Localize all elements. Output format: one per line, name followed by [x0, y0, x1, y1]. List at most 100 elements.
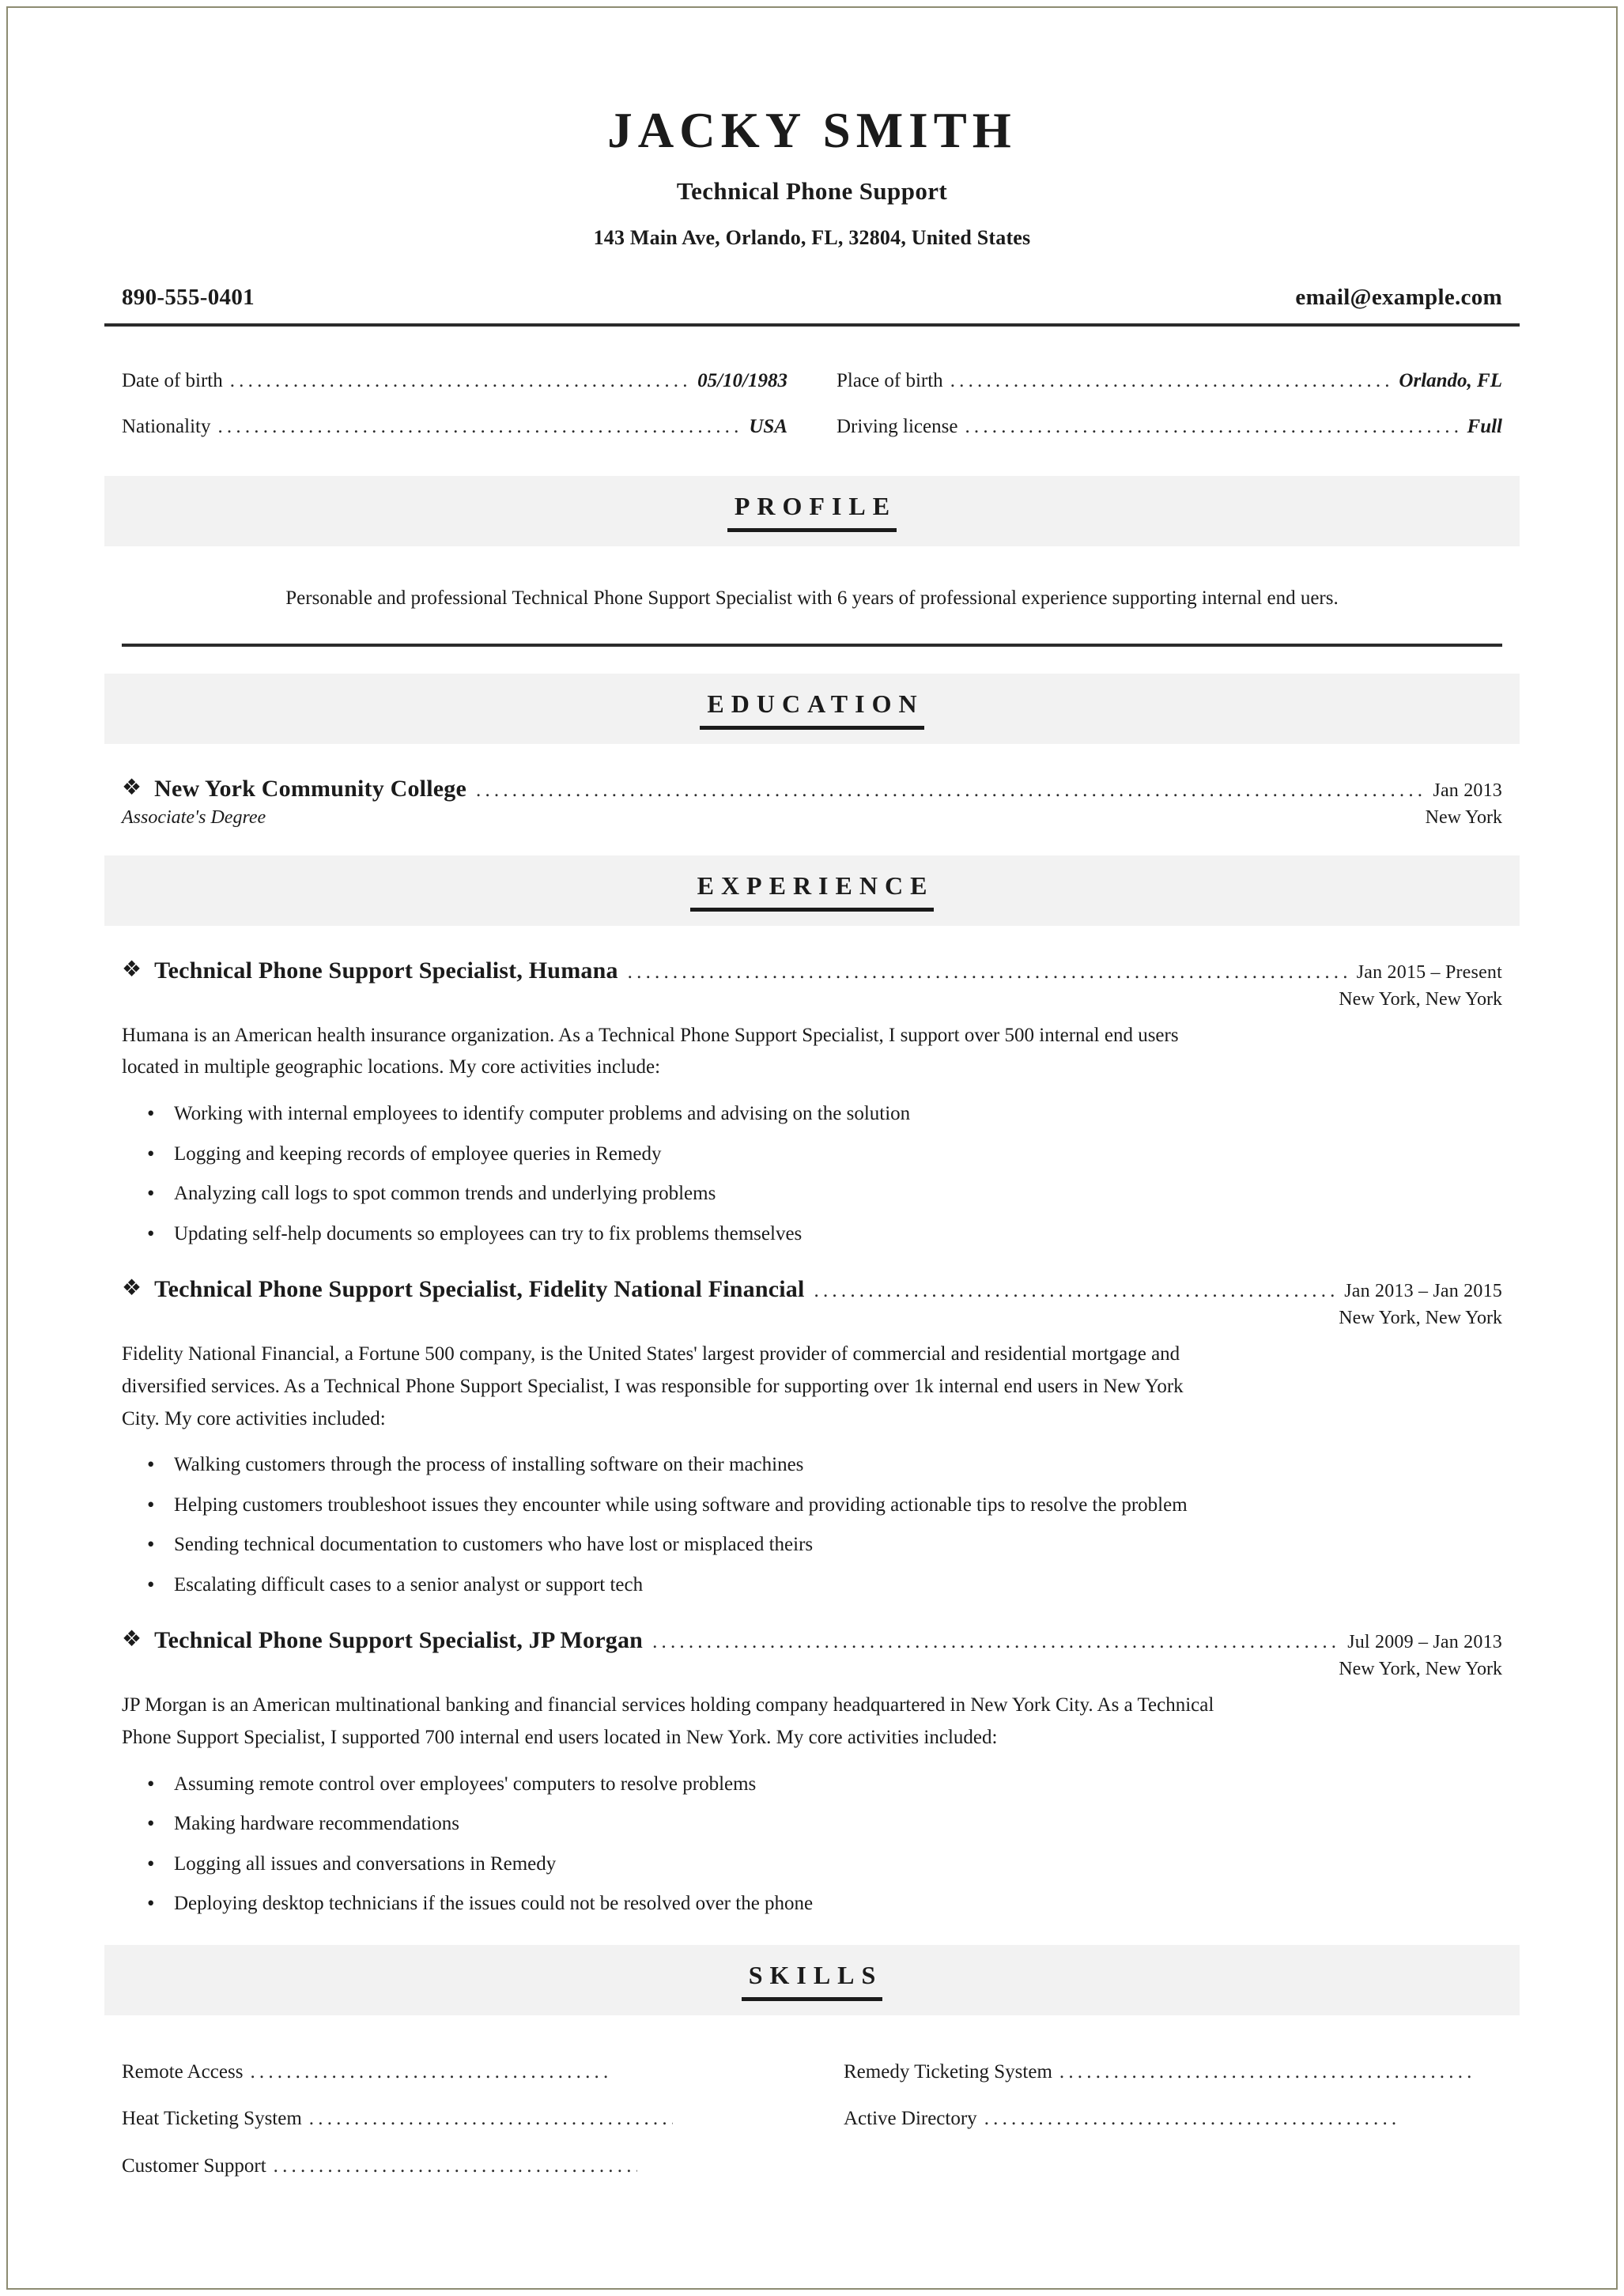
experience-bullet-list: Working with internal employees to ident… [122, 1098, 1502, 1248]
section-title-experience: EXPERIENCE [689, 871, 935, 912]
skill-label: Remote Access [122, 2060, 244, 2083]
skill-item: Heat Ticketing System ..................… [122, 2095, 780, 2143]
education-date: Jan 2013 [1433, 780, 1502, 801]
experience-entry-head: ❖ Technical Phone Support Specialist, JP… [122, 1627, 1502, 1654]
dot-leader: ........................................… [814, 1280, 1337, 1302]
experience-bullet-list: Walking customers through the process of… [122, 1449, 1502, 1599]
detail-value: USA [749, 415, 787, 437]
section-title-skills: SKILLS [741, 1961, 883, 2001]
detail-value: Full [1467, 415, 1502, 437]
skills-column-left: Remote Access ..........................… [122, 2049, 780, 2190]
page-frame: JACKY SMITH Technical Phone Support 143 … [6, 6, 1618, 2290]
skill-label: Remedy Ticketing System [844, 2060, 1052, 2083]
list-item: Escalating difficult cases to a senior a… [147, 1569, 1226, 1599]
list-item: Working with internal employees to ident… [147, 1098, 1226, 1128]
experience-description: Humana is an American health insurance o… [122, 1024, 1179, 1078]
dot-leader: ........................................… [627, 961, 1349, 983]
detail-value: Orlando, FL [1399, 370, 1502, 392]
skill-item: Customer Support .......................… [122, 2143, 780, 2190]
phone-number[interactable]: 890-555-0401 [122, 285, 255, 311]
list-item: Walking customers through the process of… [147, 1449, 1226, 1479]
resume-header: JACKY SMITH Technical Phone Support 143 … [104, 104, 1520, 250]
detail-place-of-birth: Place of birth .........................… [837, 358, 1502, 404]
list-item: Deploying desktop technicians if the iss… [147, 1888, 1226, 1918]
detail-label: Nationality [122, 415, 211, 437]
list-item: Updating self-help documents so employee… [147, 1218, 1226, 1248]
skill-label: Customer Support [122, 2154, 266, 2177]
list-item: Logging all issues and conversations in … [147, 1849, 1226, 1879]
candidate-address: 143 Main Ave, Orlando, FL, 32804, United… [593, 226, 1031, 250]
skill-label: Active Directory [844, 2108, 977, 2130]
section-band-education: EDUCATION [104, 673, 1520, 744]
list-item: Assuming remote control over employees' … [147, 1769, 1226, 1799]
experience-entry-head: ❖ Technical Phone Support Specialist, Fi… [122, 1276, 1502, 1303]
personal-details-grid: Date of birth ..........................… [104, 358, 1520, 449]
skill-label: Heat Ticketing System [122, 2108, 302, 2130]
email-address[interactable]: email@example.com [1295, 285, 1502, 311]
list-item: Helping customers troubleshoot issues th… [147, 1490, 1226, 1520]
diamond-bullet-icon: ❖ [122, 1276, 142, 1301]
dot-leader: ........................................… [984, 2108, 1396, 2130]
experience-entry: ❖ Technical Phone Support Specialist, JP… [104, 1627, 1520, 1918]
education-entry-head: ❖ New York Community College ...........… [122, 776, 1502, 802]
experience-location: New York, New York [1339, 988, 1502, 1010]
dot-leader: ........................................… [308, 2108, 673, 2130]
education-institution: New York Community College [154, 775, 466, 802]
experience-bullet-list: Assuming remote control over employees' … [122, 1769, 1502, 1918]
education-degree: Associate's Degree [122, 806, 266, 828]
detail-value: 05/10/1983 [697, 370, 787, 392]
experience-date: Jan 2013 – Jan 2015 [1344, 1281, 1502, 1302]
dot-leader: ........................................… [217, 415, 743, 437]
diamond-bullet-icon: ❖ [122, 957, 142, 982]
list-item: Analyzing call logs to spot common trend… [147, 1178, 1226, 1208]
detail-label: Place of birth [837, 370, 943, 392]
skills-grid: Remote Access ..........................… [104, 2049, 1520, 2190]
dot-leader: ........................................… [965, 415, 1462, 437]
experience-location: New York, New York [1339, 1659, 1502, 1680]
detail-label: Date of birth [122, 370, 223, 392]
experience-entry-head: ❖ Technical Phone Support Specialist, Hu… [122, 957, 1502, 984]
experience-title: Technical Phone Support Specialist, JP M… [154, 1627, 644, 1654]
skill-item: Active Directory .......................… [844, 2095, 1502, 2143]
experience-title: Technical Phone Support Specialist, Fide… [154, 1276, 805, 1303]
experience-description: JP Morgan is an American multinational b… [122, 1694, 1214, 1749]
diamond-bullet-icon: ❖ [122, 775, 142, 800]
experience-description: Fidelity National Financial, a Fortune 5… [122, 1343, 1184, 1429]
profile-divider [122, 643, 1502, 647]
dot-leader: ........................................… [250, 2060, 614, 2083]
experience-entry-sub: New York, New York [122, 989, 1502, 1010]
experience-date: Jul 2009 – Jan 2013 [1347, 1632, 1502, 1653]
dot-leader: ........................................… [229, 370, 692, 392]
experience-date: Jan 2015 – Present [1356, 961, 1502, 983]
dot-leader: ........................................… [273, 2154, 637, 2177]
list-item: Sending technical documentation to custo… [147, 1529, 1226, 1559]
section-band-profile: PROFILE [104, 476, 1520, 547]
dot-leader: ........................................… [950, 370, 1394, 392]
skill-item: Remedy Ticketing System ................… [844, 2049, 1502, 2096]
detail-driving-license: Driving license ........................… [837, 404, 1502, 450]
dot-leader: ........................................… [652, 1631, 1340, 1653]
education-location: New York [1425, 806, 1502, 828]
experience-entry: ❖ Technical Phone Support Specialist, Hu… [104, 957, 1520, 1248]
skill-item: Remote Access ..........................… [122, 2049, 780, 2096]
list-item: Logging and keeping records of employee … [147, 1139, 1226, 1169]
contact-row: 890-555-0401 email@example.com [104, 285, 1520, 327]
education-entry: ❖ New York Community College ...........… [104, 776, 1520, 829]
section-band-experience: EXPERIENCE [104, 855, 1520, 926]
diamond-bullet-icon: ❖ [122, 1627, 142, 1652]
experience-entry-sub: New York, New York [122, 1308, 1502, 1329]
detail-date-of-birth: Date of birth ..........................… [122, 358, 787, 404]
section-title-education: EDUCATION [700, 689, 924, 730]
resume-page: JACKY SMITH Technical Phone Support 143 … [0, 0, 1624, 2296]
candidate-name: JACKY SMITH [607, 103, 1017, 158]
education-entry-sub: Associate's Degree New York [122, 807, 1502, 829]
skills-column-right: Remedy Ticketing System ................… [844, 2049, 1502, 2190]
experience-title: Technical Phone Support Specialist, Huma… [154, 957, 618, 984]
section-title-profile: PROFILE [727, 492, 897, 533]
list-item: Making hardware recommendations [147, 1808, 1226, 1838]
profile-text: Personable and professional Technical Ph… [285, 587, 1339, 610]
candidate-job-title: Technical Phone Support [676, 177, 948, 206]
detail-nationality: Nationality ............................… [122, 404, 787, 450]
experience-location: New York, New York [1339, 1308, 1502, 1329]
experience-entry-sub: New York, New York [122, 1659, 1502, 1680]
